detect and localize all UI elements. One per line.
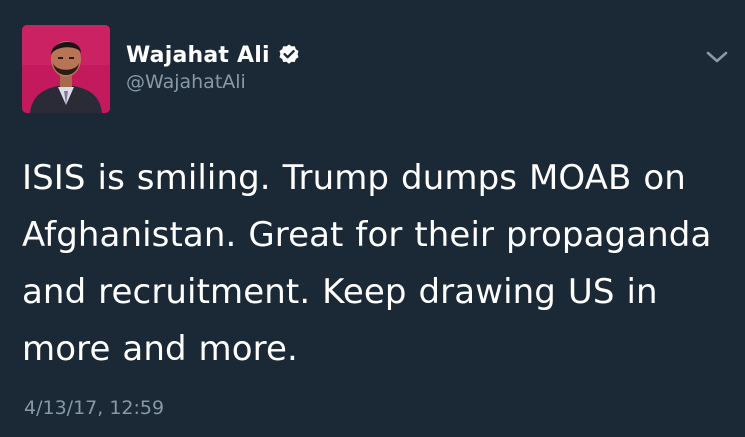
- tweet-text-line: Afghanistan. Great for their propaganda: [22, 215, 712, 255]
- tweet-timestamp[interactable]: 4/13/17, 12:59: [24, 397, 164, 419]
- author-display-name[interactable]: Wajahat Ali: [126, 43, 270, 68]
- tweet-text-line: and recruitment. Keep drawing US in: [22, 272, 658, 312]
- avatar[interactable]: [22, 25, 110, 113]
- chevron-down-icon[interactable]: [703, 46, 731, 68]
- verified-badge-icon: [277, 43, 301, 67]
- tweet-text-line: ISIS is smiling. Trump dumps MOAB on: [22, 158, 686, 198]
- avatar-photo: [22, 25, 110, 113]
- author-name-row: Wajahat Ali: [126, 40, 301, 70]
- tweet-card: Wajahat Ali @WajahatAli ISIS is smiling.…: [0, 0, 745, 437]
- tweet-text-line: more and more.: [22, 329, 298, 369]
- author-handle[interactable]: @WajahatAli: [126, 71, 246, 93]
- tweet-text: ISIS is smiling. Trump dumps MOAB on Afg…: [22, 150, 727, 378]
